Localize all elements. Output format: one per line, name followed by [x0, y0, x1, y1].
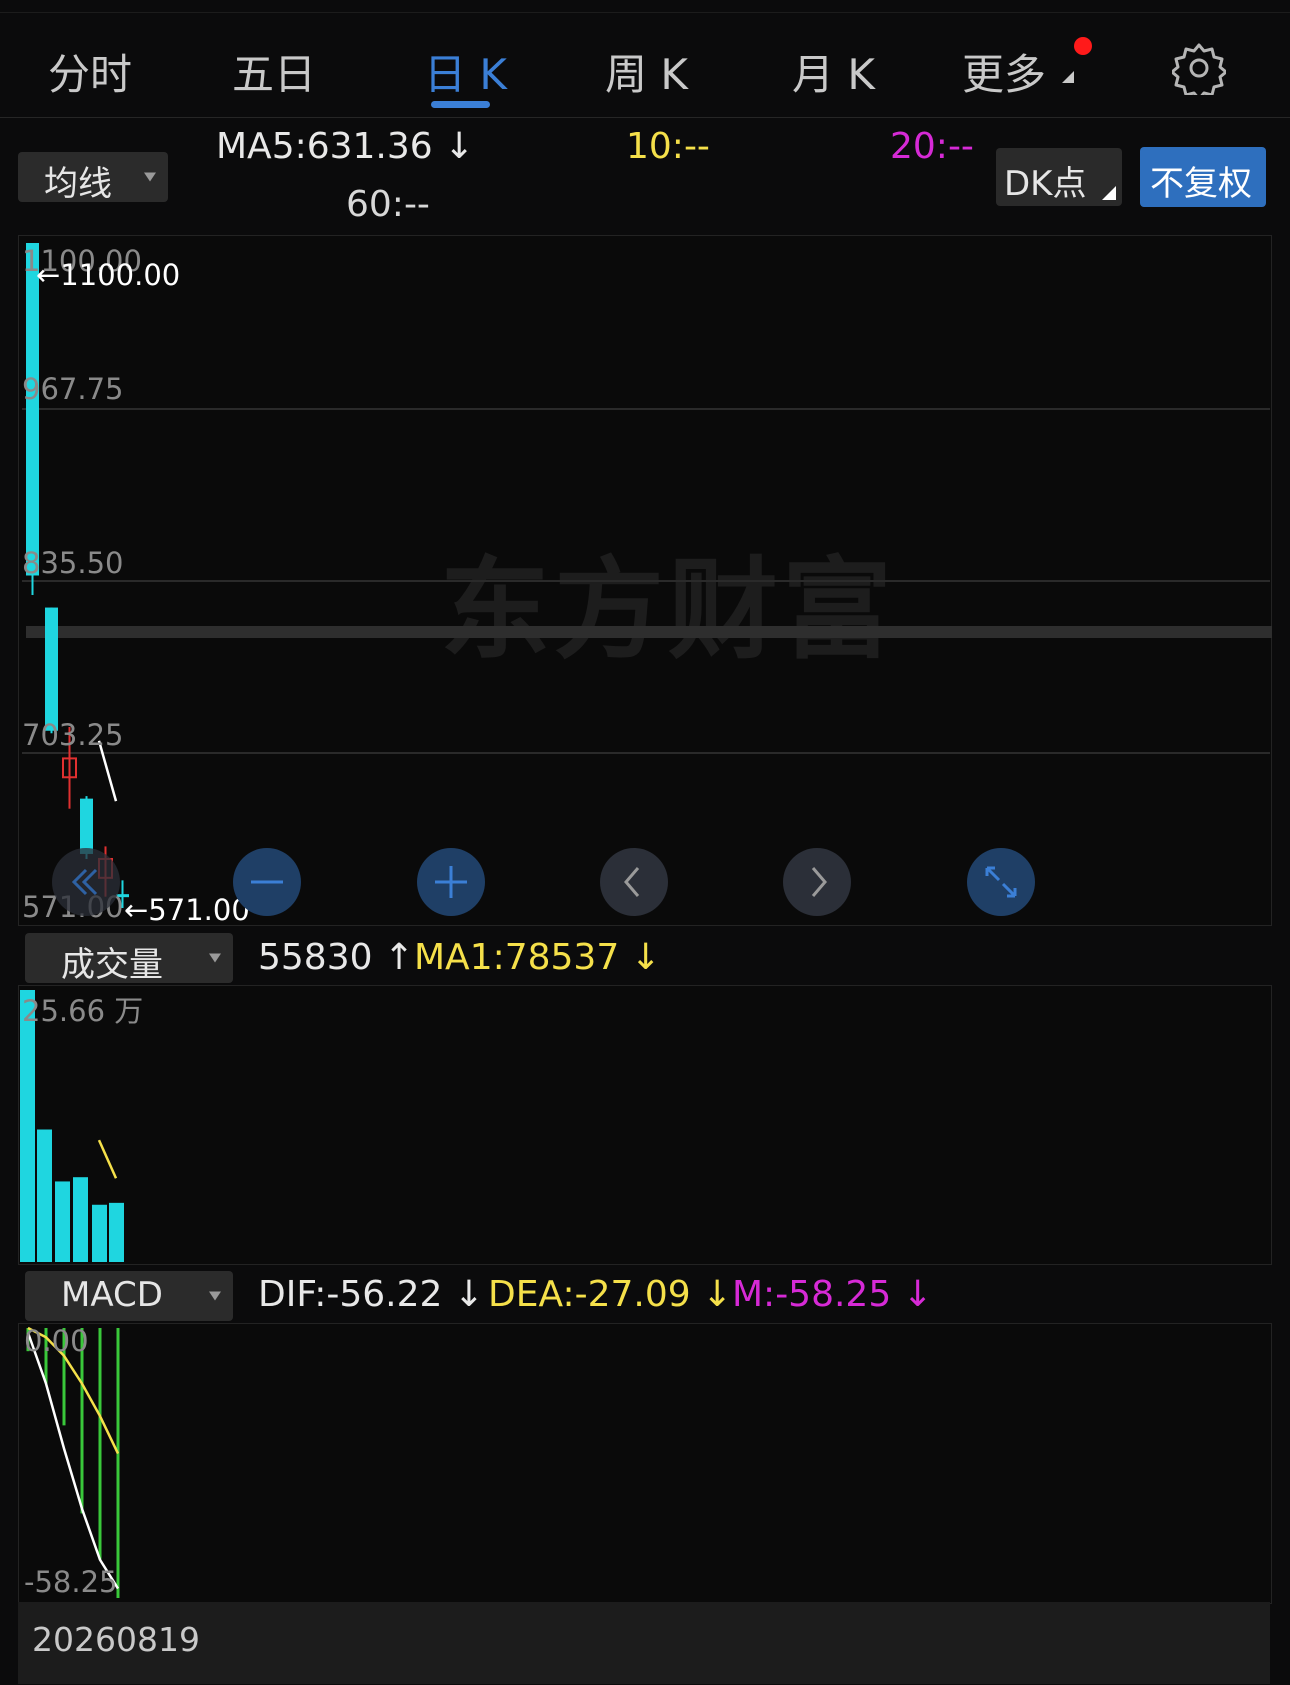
footer-date: 20260819 [32, 1620, 200, 1659]
macd-chart-svg [26, 1326, 120, 1598]
date-footer: 20260819 [18, 1602, 1270, 1684]
macd-lines-group [26, 1326, 120, 1590]
macd-y-bottom: -58.25 [24, 1565, 118, 1599]
macd-y-top: 0.00 [24, 1324, 89, 1358]
